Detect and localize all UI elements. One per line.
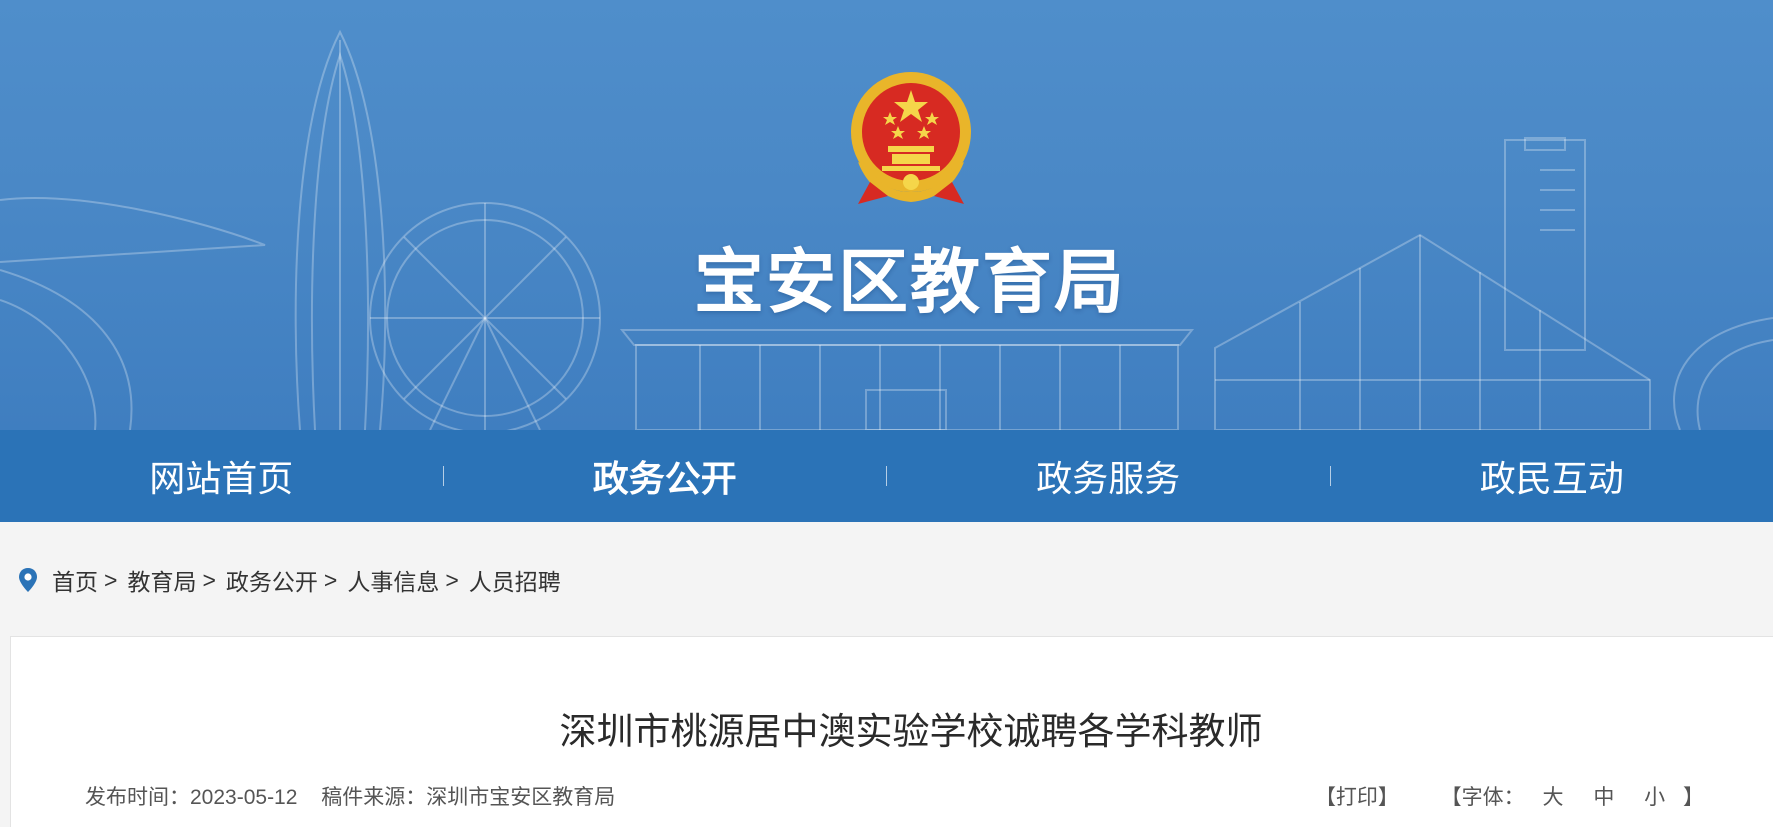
breadcrumb-education-bureau[interactable]: 教育局 <box>127 563 196 597</box>
publish-label: 发布时间： <box>85 786 190 809</box>
main-nav: 网站首页 政务公开 政务服务 政民互动 <box>0 430 1773 522</box>
font-size-small-button[interactable]: 小 <box>1644 786 1665 809</box>
national-emblem-icon <box>848 70 974 206</box>
breadcrumb-home[interactable]: 首页 <box>52 563 98 597</box>
breadcrumb-separator: > <box>202 567 215 594</box>
font-size-medium-button[interactable]: 中 <box>1593 786 1614 809</box>
location-pin-icon <box>18 567 38 593</box>
breadcrumb: 首页 > 教育局 > 政务公开 > 人事信息 > 人员招聘 <box>18 562 561 598</box>
article-panel: 深圳市桃源居中澳实验学校诚聘各学科教师 发布时间：2023-05-12 稿件来源… <box>10 636 1773 827</box>
city-skyline-illustration <box>0 0 1773 430</box>
source-value: 深圳市宝安区教育局 <box>426 786 615 809</box>
breadcrumb-separator: > <box>324 567 337 594</box>
publish-date-value: 2023-05-12 <box>190 786 297 809</box>
breadcrumb-government-affairs[interactable]: 政务公开 <box>226 563 318 597</box>
header-banner: 宝安区教育局 <box>0 0 1773 430</box>
nav-item-home[interactable]: 网站首页 <box>0 450 443 502</box>
breadcrumb-recruitment[interactable]: 人员招聘 <box>469 563 561 597</box>
article-title: 深圳市桃源居中澳实验学校诚聘各学科教师 <box>11 701 1773 755</box>
source-label: 稿件来源： <box>321 786 426 809</box>
nav-item-government-affairs-disclosure[interactable]: 政务公开 <box>444 450 887 502</box>
font-size-open: 【字体： <box>1441 786 1525 809</box>
font-size-close: 】 <box>1683 786 1704 809</box>
article-source: 稿件来源：深圳市宝安区教育局 <box>321 786 615 809</box>
site-title: 宝安区教育局 <box>0 226 1773 327</box>
article-tools: 【打印】 【字体： 大 中 小 】 <box>1315 781 1704 811</box>
article-meta: 发布时间：2023-05-12 稿件来源：深圳市宝安区教育局 <box>85 781 633 811</box>
font-size-large-button[interactable]: 大 <box>1542 786 1563 809</box>
nav-item-government-services[interactable]: 政务服务 <box>887 450 1330 502</box>
breadcrumb-personnel-info[interactable]: 人事信息 <box>347 563 439 597</box>
nav-item-public-interaction[interactable]: 政民互动 <box>1331 450 1773 502</box>
breadcrumb-separator: > <box>445 567 458 594</box>
print-button[interactable]: 【打印】 <box>1315 786 1399 809</box>
breadcrumb-separator: > <box>104 567 117 594</box>
publish-date: 发布时间：2023-05-12 <box>85 786 297 809</box>
